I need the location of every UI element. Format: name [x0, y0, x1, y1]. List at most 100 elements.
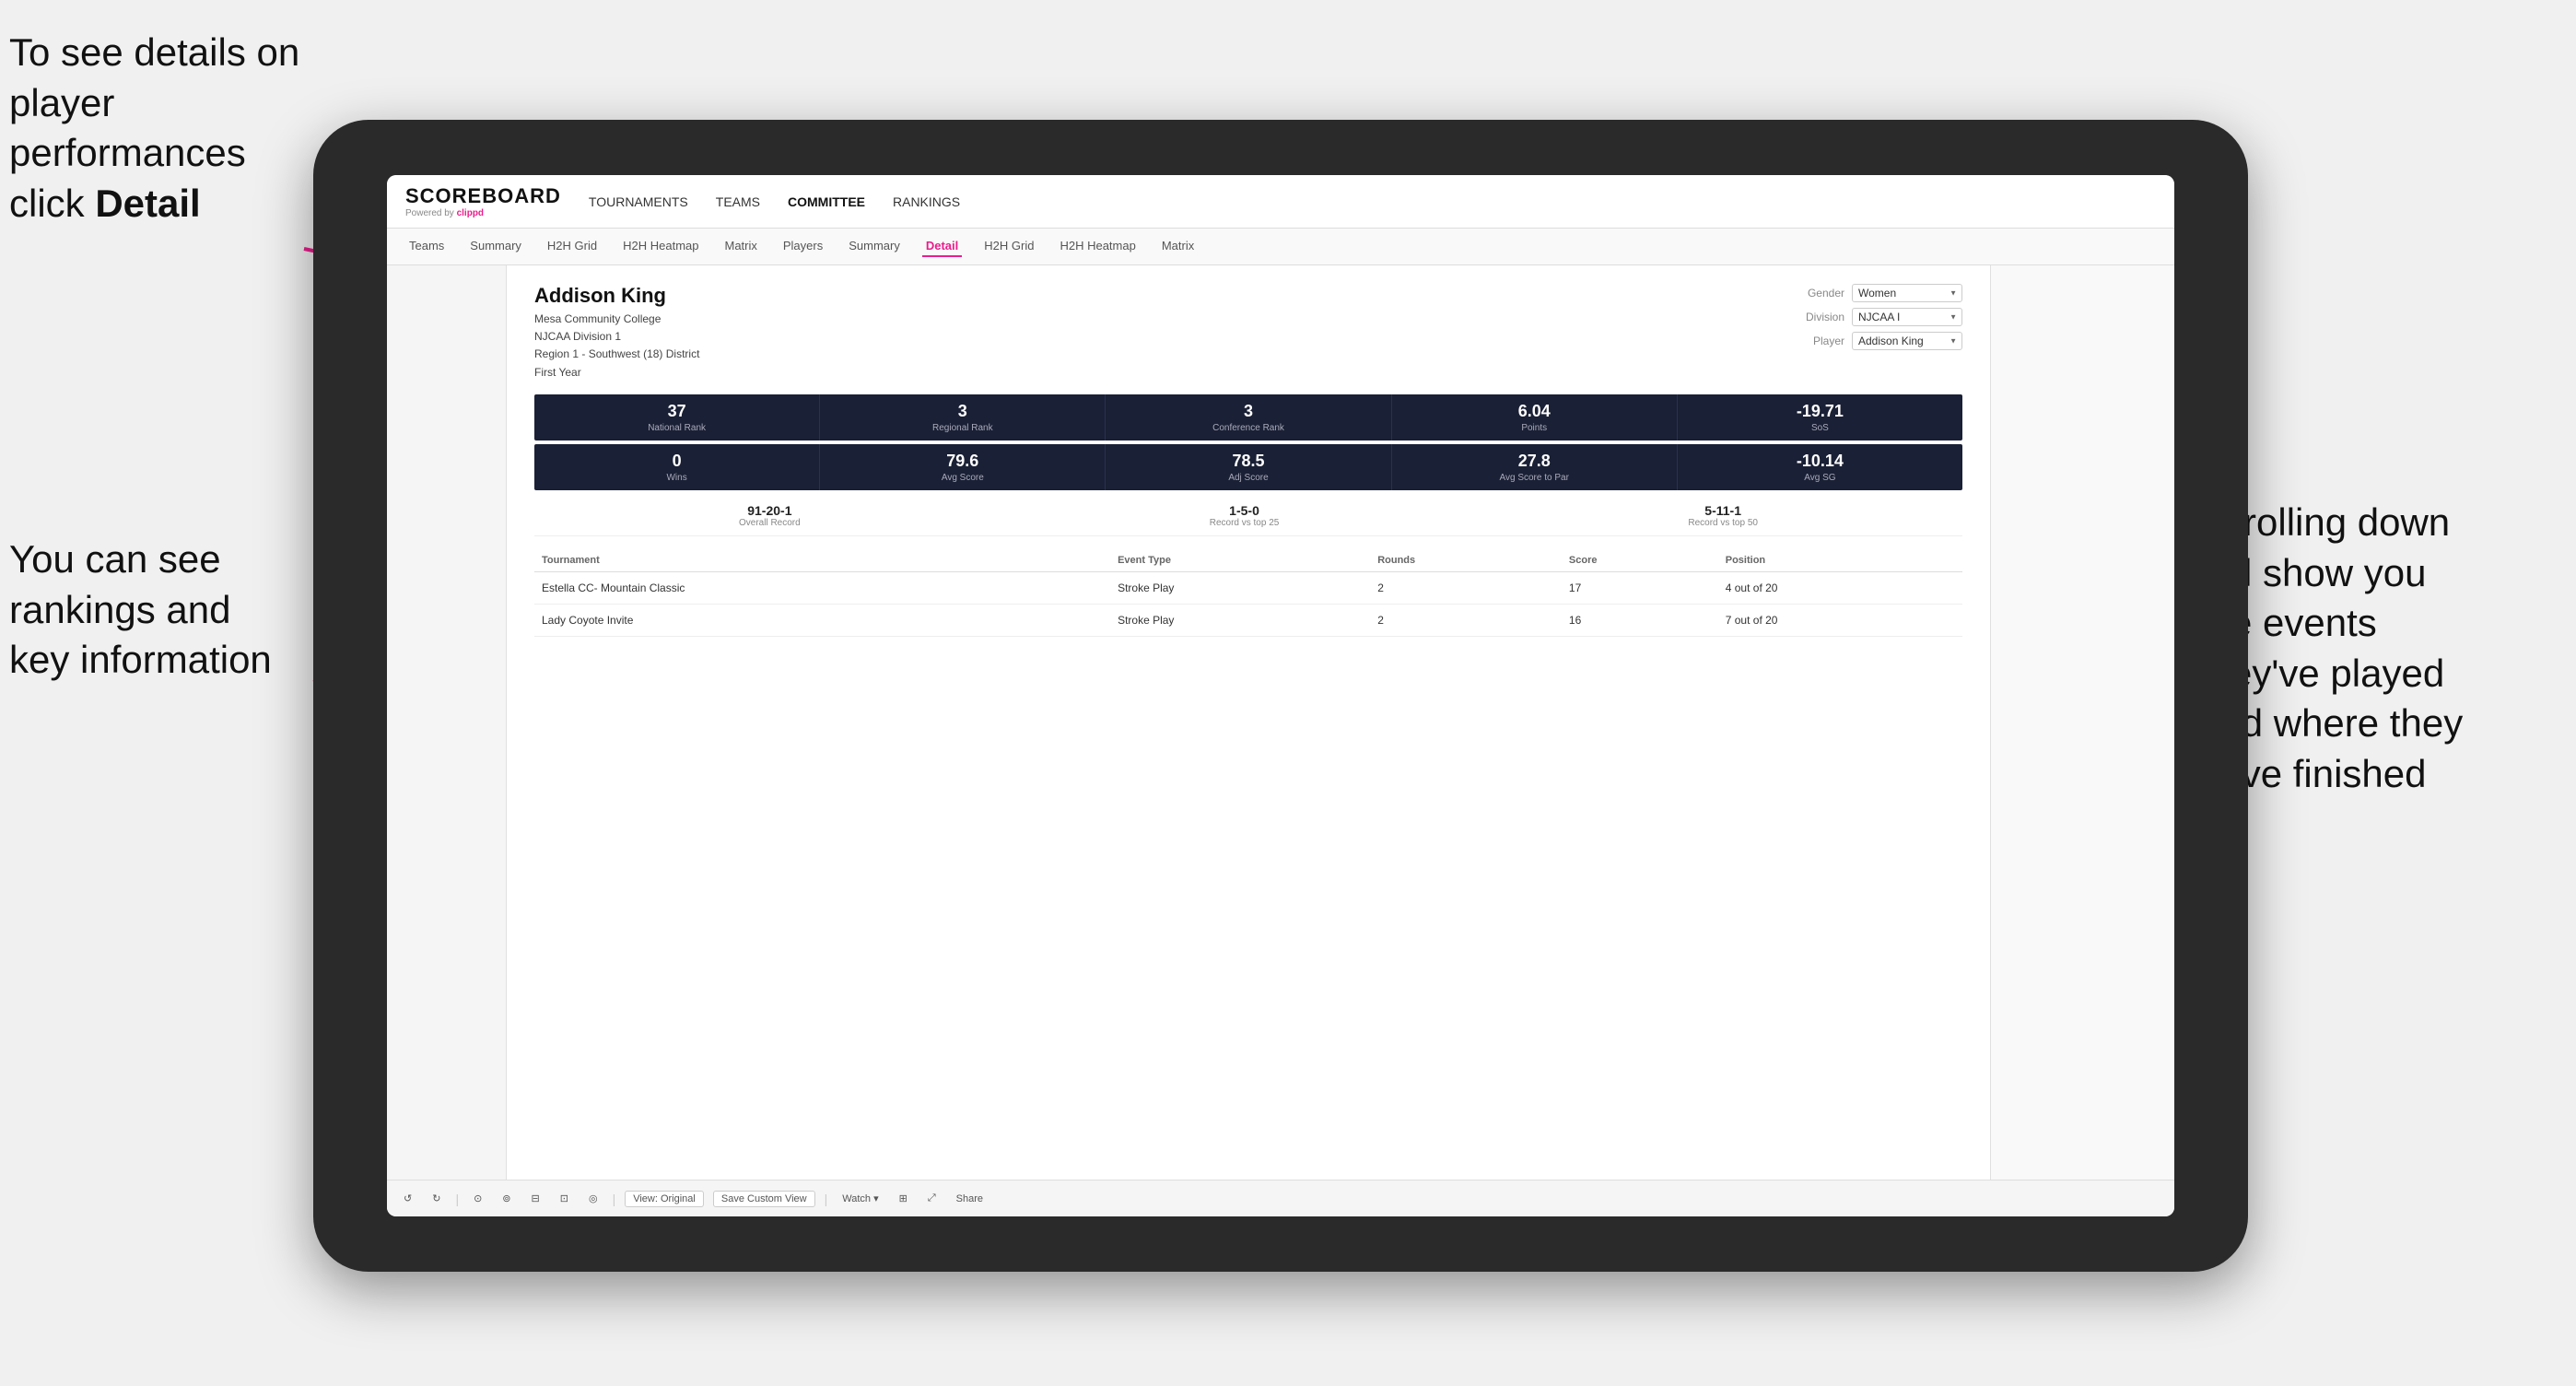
record-top50: 5-11-1 Record vs top 50 — [1688, 503, 1758, 528]
player-college: Mesa Community College — [534, 311, 699, 328]
subnav-summary2[interactable]: Summary — [845, 236, 904, 257]
top50-record-label: Record vs top 50 — [1688, 518, 1758, 528]
table-row[interactable]: Lady Coyote Invite Stroke Play 2 16 7 ou… — [534, 604, 1962, 636]
col-score: Score — [1562, 549, 1718, 572]
bottom-toolbar: ↺ ↻ | ⊙ ⊚ ⊟ ⊡ ◎ | View: Original Save Cu… — [387, 1180, 2174, 1216]
stat-adj-score: 78.5 Adj Score — [1106, 444, 1391, 490]
points-label: Points — [1396, 423, 1673, 433]
view-original-button[interactable]: View: Original — [625, 1191, 704, 1207]
subnav-h2h-heatmap[interactable]: H2H Heatmap — [619, 236, 702, 257]
stat-wins: 0 Wins — [534, 444, 820, 490]
col-event-type: Event Type — [1110, 549, 1370, 572]
division-select[interactable]: NJCAA I NJCAA II — [1852, 308, 1962, 326]
conference-rank-label: Conference Rank — [1109, 423, 1387, 433]
avg-sg-value: -10.14 — [1681, 452, 1959, 471]
row1-score: 17 — [1562, 571, 1718, 604]
regional-rank-label: Regional Rank — [824, 423, 1101, 433]
annotation-bl-3: key information — [9, 638, 272, 681]
annotation-bottom-left: You can see rankings and key information — [9, 534, 322, 686]
adj-score-value: 78.5 — [1109, 452, 1387, 471]
redo-button[interactable]: ↻ — [427, 1191, 446, 1206]
nav-tournaments[interactable]: TOURNAMENTS — [589, 191, 688, 213]
toolbar-icon-4[interactable]: ⊡ — [555, 1191, 574, 1206]
gender-select-wrapper[interactable]: Women Men — [1852, 284, 1962, 302]
col-position: Position — [1718, 549, 1962, 572]
record-top25: 1-5-0 Record vs top 25 — [1210, 503, 1280, 528]
col-tournament: Tournament — [534, 549, 1110, 572]
subnav-teams[interactable]: Teams — [405, 236, 448, 257]
annotation-bl-2: rankings and — [9, 588, 231, 631]
national-rank-label: National Rank — [538, 423, 815, 433]
top25-record-value: 1-5-0 — [1210, 503, 1280, 518]
row2-event-type: Stroke Play — [1110, 604, 1370, 636]
gender-label: Gender — [1794, 287, 1844, 300]
main-content: Addison King Mesa Community College NJCA… — [387, 265, 2174, 1215]
player-select-wrapper[interactable]: Addison King — [1852, 332, 1962, 350]
undo-button[interactable]: ↺ — [398, 1191, 417, 1206]
records-row: 91-20-1 Overall Record 1-5-0 Record vs t… — [534, 496, 1962, 536]
toolbar-icon-expand[interactable]: ⤢ — [922, 1191, 942, 1206]
right-panel — [1990, 265, 2174, 1215]
toolbar-icon-screen[interactable]: ⊞ — [894, 1191, 913, 1206]
subnav-h2h-grid[interactable]: H2H Grid — [544, 236, 601, 257]
stat-sos: -19.71 SoS — [1678, 394, 1962, 440]
conference-rank-value: 3 — [1109, 402, 1387, 421]
row1-tournament: Estella CC- Mountain Classic — [534, 571, 1110, 604]
stat-conference-rank: 3 Conference Rank — [1106, 394, 1391, 440]
sub-nav: Teams Summary H2H Grid H2H Heatmap Matri… — [387, 229, 2174, 265]
player-year: First Year — [534, 364, 699, 382]
avg-score-par-label: Avg Score to Par — [1396, 473, 1673, 483]
subnav-detail[interactable]: Detail — [922, 236, 962, 257]
annotation-bl-1: You can see — [9, 537, 221, 581]
stat-points: 6.04 Points — [1392, 394, 1678, 440]
toolbar-icon-1[interactable]: ⊙ — [468, 1191, 487, 1206]
row2-tournament: Lady Coyote Invite — [534, 604, 1110, 636]
logo-scoreboard: SCOREBOARD — [405, 184, 561, 208]
toolbar-icon-5[interactable]: ◎ — [583, 1191, 603, 1206]
subnav-matrix[interactable]: Matrix — [720, 236, 760, 257]
row2-rounds: 2 — [1370, 604, 1562, 636]
gender-select[interactable]: Women Men — [1852, 284, 1962, 302]
col-rounds: Rounds — [1370, 549, 1562, 572]
nav-rankings[interactable]: RANKINGS — [893, 191, 960, 213]
toolbar-sep-1: | — [455, 1192, 459, 1206]
toolbar-icon-2[interactable]: ⊚ — [497, 1191, 516, 1206]
player-select[interactable]: Addison King — [1852, 332, 1962, 350]
annotation-detail-bold: Detail — [95, 182, 200, 225]
player-division: NJCAA Division 1 — [534, 328, 699, 346]
powered-by-text: Powered by — [405, 208, 454, 218]
save-custom-button[interactable]: Save Custom View — [713, 1191, 815, 1207]
row2-position: 7 out of 20 — [1718, 604, 1962, 636]
top-nav: SCOREBOARD Powered by clippd TOURNAMENTS… — [387, 175, 2174, 229]
share-button[interactable]: Share — [951, 1192, 989, 1206]
main-nav: TOURNAMENTS TEAMS COMMITTEE RANKINGS — [589, 191, 960, 213]
player-info: Addison King Mesa Community College NJCA… — [534, 284, 699, 382]
toolbar-icon-3[interactable]: ⊟ — [526, 1191, 545, 1206]
row1-event-type: Stroke Play — [1110, 571, 1370, 604]
stats-grid: 37 National Rank 3 Regional Rank 3 Confe… — [534, 394, 1962, 490]
logo-area: SCOREBOARD Powered by clippd — [405, 184, 561, 218]
watch-button[interactable]: Watch ▾ — [837, 1191, 884, 1206]
player-region: Region 1 - Southwest (18) District — [534, 346, 699, 363]
table-row[interactable]: Estella CC- Mountain Classic Stroke Play… — [534, 571, 1962, 604]
national-rank-value: 37 — [538, 402, 815, 421]
subnav-summary[interactable]: Summary — [466, 236, 525, 257]
division-select-wrapper[interactable]: NJCAA I NJCAA II — [1852, 308, 1962, 326]
row2-score: 16 — [1562, 604, 1718, 636]
adj-score-label: Adj Score — [1109, 473, 1387, 483]
subnav-h2h-grid2[interactable]: H2H Grid — [980, 236, 1037, 257]
annotation-top-left: To see details on player performances cl… — [9, 28, 322, 229]
nav-committee[interactable]: COMMITTEE — [788, 191, 865, 213]
subnav-h2h-heatmap2[interactable]: H2H Heatmap — [1056, 236, 1139, 257]
row1-position: 4 out of 20 — [1718, 571, 1962, 604]
regional-rank-value: 3 — [824, 402, 1101, 421]
gender-control: Gender Women Men — [1794, 284, 1962, 302]
player-header: Addison King Mesa Community College NJCA… — [534, 284, 1962, 382]
avg-sg-label: Avg SG — [1681, 473, 1959, 483]
content-panel[interactable]: Addison King Mesa Community College NJCA… — [507, 265, 1990, 1215]
nav-teams[interactable]: TEAMS — [716, 191, 760, 213]
wins-value: 0 — [538, 452, 815, 471]
subnav-matrix2[interactable]: Matrix — [1158, 236, 1198, 257]
player-label: Player — [1794, 335, 1844, 347]
subnav-players[interactable]: Players — [779, 236, 826, 257]
